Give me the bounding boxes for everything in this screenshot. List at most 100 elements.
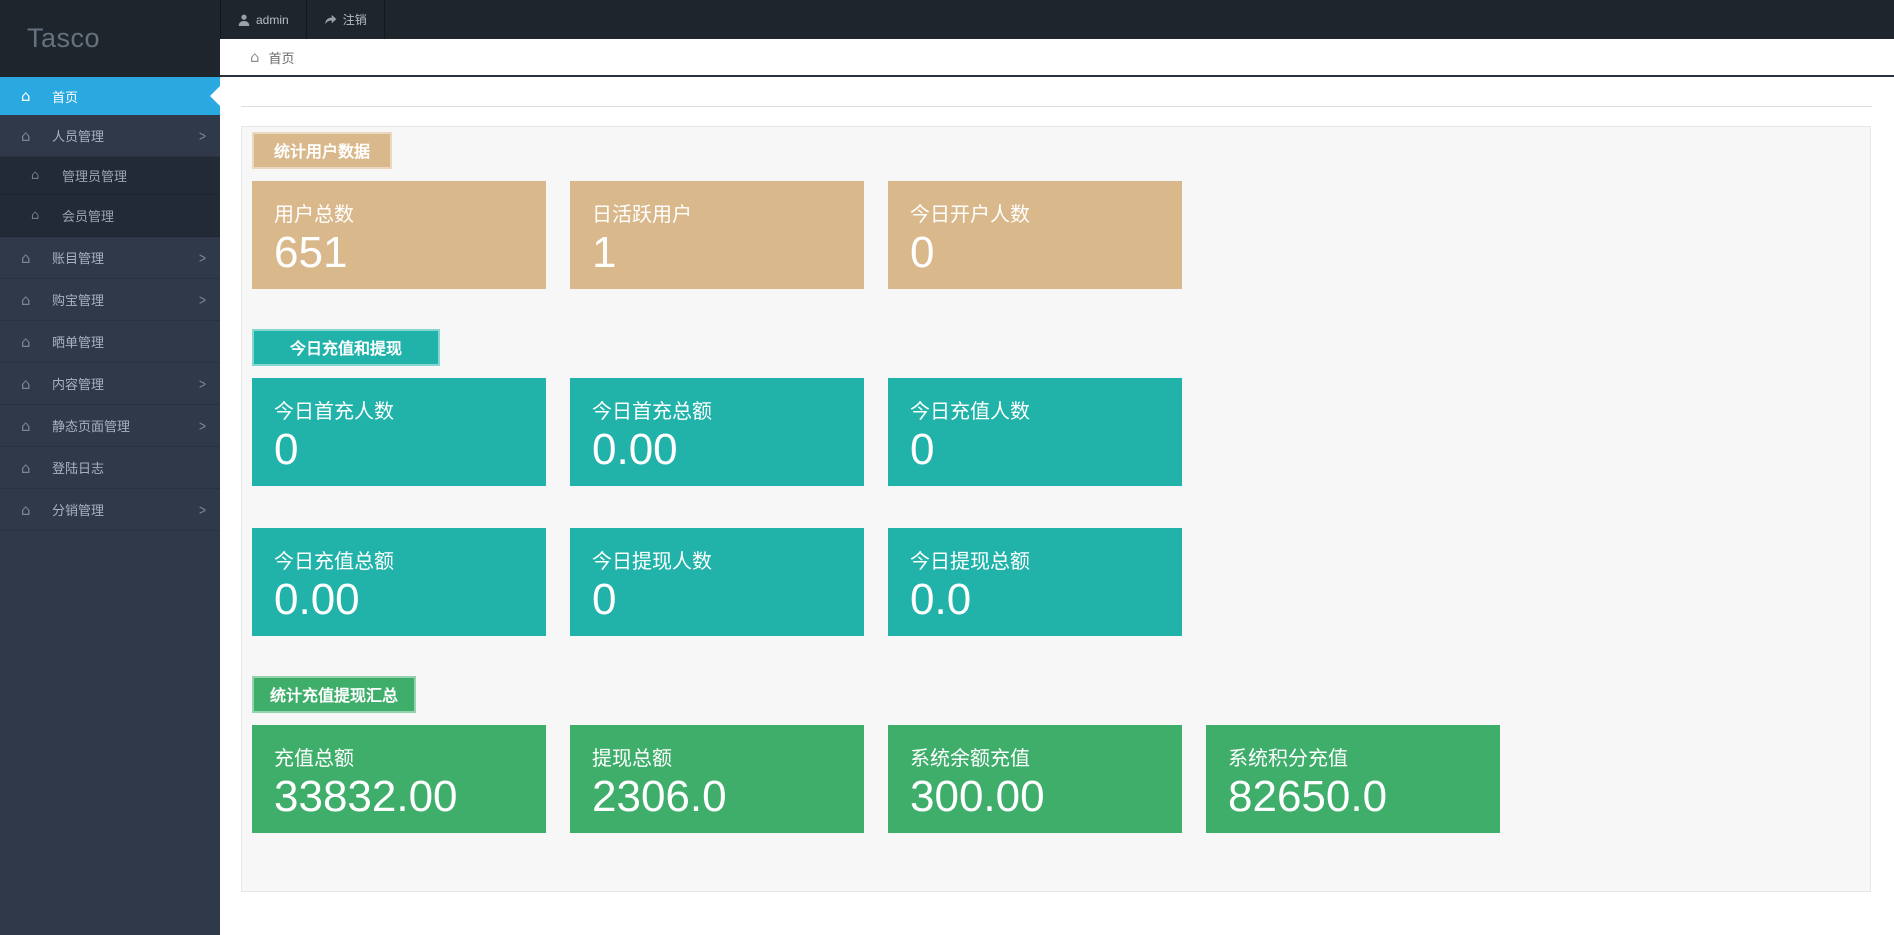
stat-card: 日活跃用户 1 (570, 181, 864, 289)
stat-card-title: 今日充值总额 (274, 545, 546, 574)
sidebar-item-label: 分销管理 (52, 500, 199, 519)
stat-card-value: 0.00 (592, 425, 864, 475)
stat-card-title: 今日开户人数 (910, 198, 1182, 227)
stat-card-value: 0.00 (274, 575, 546, 625)
sidebar-item-账目管理[interactable]: ⌂ 账目管理 > (0, 237, 220, 279)
card-row: 充值总额 33832.00 提现总额 2306.0 系统余额充值 300.00 … (252, 725, 1860, 833)
current-user-button[interactable]: admin (220, 0, 307, 39)
sidebar: Tasco ⌂ 首页 ⌂ 人员管理 > ⌂ 管理员管理 ⌂ 会员管理 ⌂ 账目管… (0, 0, 220, 935)
home-icon: ⌂ (21, 87, 43, 105)
stat-card-value: 2306.0 (592, 772, 864, 822)
stat-card: 系统积分充值 82650.0 (1206, 725, 1500, 833)
sidebar-item-label: 首页 (52, 87, 206, 106)
section-user-stats: 统计用户数据 用户总数 651 日活跃用户 1 今日开户人数 0 (252, 132, 1860, 289)
current-user-label: admin (256, 13, 289, 27)
sidebar-item-晒单管理[interactable]: ⌂ 晒单管理 (0, 321, 220, 363)
breadcrumb-home-link[interactable]: 首页 (269, 48, 295, 67)
stat-card-value: 0.0 (910, 575, 1182, 625)
sidebar-menu: ⌂ 首页 ⌂ 人员管理 > ⌂ 管理员管理 ⌂ 会员管理 ⌂ 账目管理 > ⌂ … (0, 77, 220, 531)
sidebar-item-label: 人员管理 (52, 126, 199, 145)
stat-card-title: 今日首充总额 (592, 395, 864, 424)
stat-card-title: 用户总数 (274, 198, 546, 227)
card-row: 今日充值总额 0.00 今日提现人数 0 今日提现总额 0.0 (252, 528, 1860, 636)
home-icon: ⌂ (21, 333, 43, 351)
sidebar-item-购宝管理[interactable]: ⌂ 购宝管理 > (0, 279, 220, 321)
sidebar-item-分销管理[interactable]: ⌂ 分销管理 > (0, 489, 220, 531)
breadcrumb: ⌂ 首页 (220, 39, 1894, 77)
chevron-right-icon: > (199, 417, 206, 434)
content-divider (241, 106, 1872, 107)
sidebar-submenu: ⌂ 管理员管理 ⌂ 会员管理 (0, 157, 220, 237)
stat-card: 今日提现总额 0.0 (888, 528, 1182, 636)
stat-card-value: 0 (592, 575, 864, 625)
sidebar-item-登陆日志[interactable]: ⌂ 登陆日志 (0, 447, 220, 489)
sidebar-item-label: 购宝管理 (52, 290, 199, 309)
section-label: 统计用户数据 (252, 132, 392, 169)
stat-card-title: 今日首充人数 (274, 395, 546, 424)
sidebar-item-label: 会员管理 (62, 206, 206, 225)
home-icon: ⌂ (31, 208, 53, 223)
stat-card-title: 提现总额 (592, 742, 864, 771)
home-icon: ⌂ (21, 249, 43, 267)
stat-card-title: 今日提现人数 (592, 545, 864, 574)
stat-card-title: 日活跃用户 (592, 198, 864, 227)
home-icon: ⌂ (21, 375, 43, 393)
chevron-right-icon: > (199, 249, 206, 266)
logout-button[interactable]: 注销 (307, 0, 385, 39)
sidebar-item-静态页面管理[interactable]: ⌂ 静态页面管理 > (0, 405, 220, 447)
stat-card-title: 今日提现总额 (910, 545, 1182, 574)
sidebar-item-label: 静态页面管理 (52, 416, 199, 435)
stat-card: 用户总数 651 (252, 181, 546, 289)
stat-card: 提现总额 2306.0 (570, 725, 864, 833)
stat-card-value: 651 (274, 228, 546, 278)
home-icon: ⌂ (21, 291, 43, 309)
chevron-right-icon: > (199, 501, 206, 518)
stat-card-title: 充值总额 (274, 742, 546, 771)
user-icon (238, 14, 250, 26)
sidebar-item-内容管理[interactable]: ⌂ 内容管理 > (0, 363, 220, 405)
sidebar-item-label: 登陆日志 (52, 458, 206, 477)
home-icon: ⌂ (21, 459, 43, 477)
stat-card: 系统余额充值 300.00 (888, 725, 1182, 833)
stat-card: 今日首充人数 0 (252, 378, 546, 486)
section-label: 统计充值提现汇总 (252, 676, 416, 713)
stat-card-title: 系统积分充值 (1228, 742, 1500, 771)
stat-card: 今日充值人数 0 (888, 378, 1182, 486)
section-label: 今日充值和提现 (252, 329, 440, 366)
sidebar-item-首页[interactable]: ⌂ 首页 (0, 77, 220, 115)
card-row: 今日首充人数 0 今日首充总额 0.00 今日充值人数 0 (252, 378, 1860, 486)
stat-card-title: 系统余额充值 (910, 742, 1182, 771)
chevron-right-icon: > (199, 291, 206, 308)
stat-card-value: 82650.0 (1228, 772, 1500, 822)
sidebar-item-label: 账目管理 (52, 248, 199, 267)
logout-label: 注销 (343, 11, 367, 28)
sidebar-item-人员管理[interactable]: ⌂ 人员管理 > (0, 115, 220, 157)
sidebar-item-label: 内容管理 (52, 374, 199, 393)
stat-card: 今日提现人数 0 (570, 528, 864, 636)
home-icon: ⌂ (31, 168, 53, 183)
home-icon: ⌂ (21, 501, 43, 519)
stat-card-value: 33832.00 (274, 772, 546, 822)
stats-panel: 统计用户数据 用户总数 651 日活跃用户 1 今日开户人数 0 今日充值和提现… (241, 126, 1871, 892)
sidebar-item-会员管理[interactable]: ⌂ 会员管理 (0, 195, 220, 237)
stat-card: 今日充值总额 0.00 (252, 528, 546, 636)
main-content: 统计用户数据 用户总数 651 日活跃用户 1 今日开户人数 0 今日充值和提现… (220, 79, 1894, 935)
sidebar-item-label: 晒单管理 (52, 332, 206, 351)
stat-card-value: 0 (910, 425, 1182, 475)
app-logo-text: Tasco (27, 23, 100, 54)
top-navbar: admin 注销 (220, 0, 1894, 39)
stat-card: 今日开户人数 0 (888, 181, 1182, 289)
section-today-recharge-withdraw: 今日充值和提现 今日首充人数 0 今日首充总额 0.00 今日充值人数 0 今日… (252, 329, 1860, 636)
card-row: 用户总数 651 日活跃用户 1 今日开户人数 0 (252, 181, 1860, 289)
sidebar-item-管理员管理[interactable]: ⌂ 管理员管理 (0, 157, 220, 195)
chevron-right-icon: > (199, 127, 206, 144)
stat-card-title: 今日充值人数 (910, 395, 1182, 424)
logout-icon (324, 14, 337, 25)
section-recharge-withdraw-summary: 统计充值提现汇总 充值总额 33832.00 提现总额 2306.0 系统余额充… (252, 676, 1860, 833)
app-logo: Tasco (0, 0, 220, 77)
stat-card-value: 1 (592, 228, 864, 278)
stat-card-value: 300.00 (910, 772, 1182, 822)
stat-card-value: 0 (910, 228, 1182, 278)
stat-card-value: 0 (274, 425, 546, 475)
stat-card: 充值总额 33832.00 (252, 725, 546, 833)
